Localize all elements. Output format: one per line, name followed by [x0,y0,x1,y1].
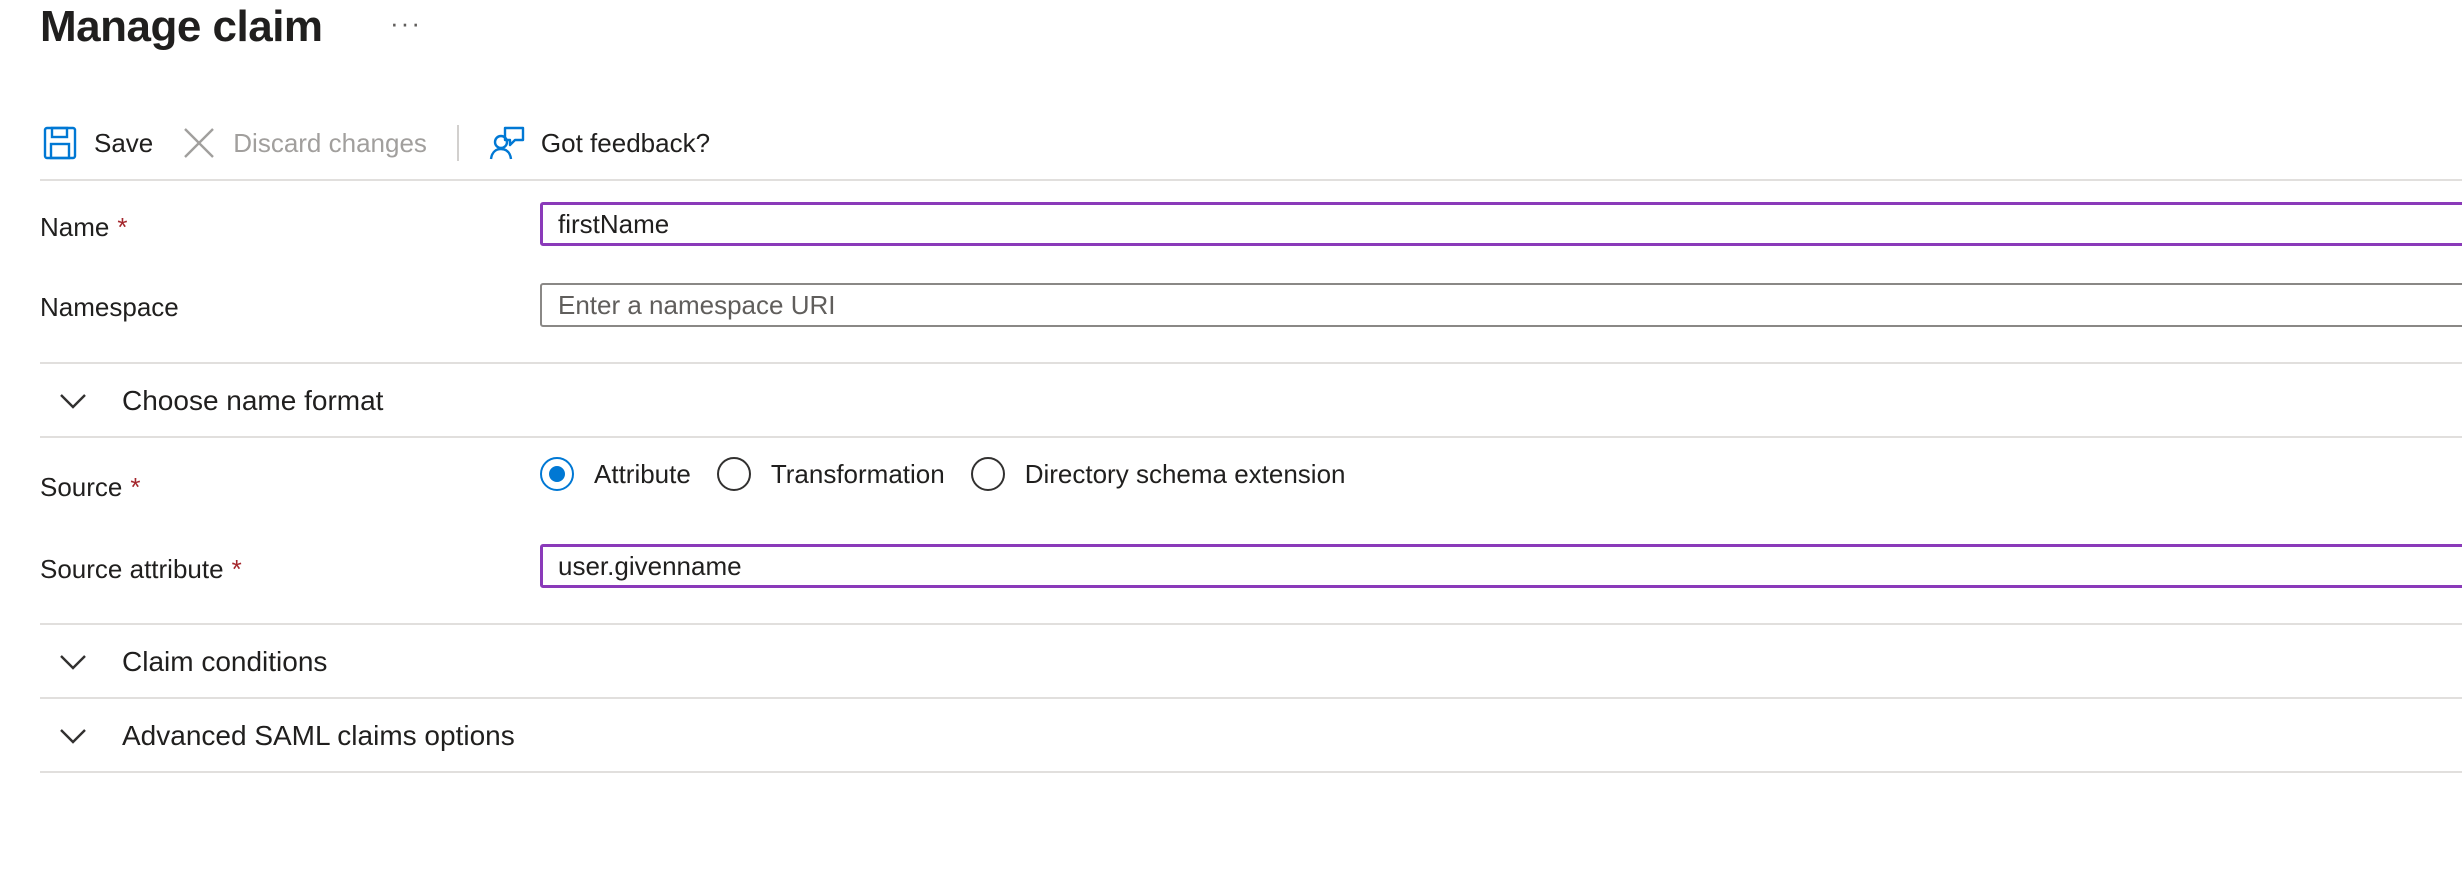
namespace-label-text: Namespace [40,292,179,322]
radio-label: Attribute [594,458,691,489]
radio-label: Transformation [770,458,945,489]
claim-conditions-toggle[interactable]: Claim conditions [40,642,327,682]
source-radio-attribute[interactable]: Attribute [540,457,691,491]
radio-unchecked-icon [716,457,751,491]
choose-name-format-toggle[interactable]: Choose name format [40,381,383,421]
divider [40,179,2462,181]
source-attribute-input[interactable] [540,544,2462,588]
feedback-icon [487,123,527,163]
choose-name-format-label: Choose name format [122,385,384,416]
more-options-button[interactable]: ··· [390,8,422,39]
chevron-down-icon [56,645,90,679]
source-attribute-label: Source attribute * [40,549,242,589]
discard-changes-label: Discard changes [233,127,427,158]
advanced-saml-options-toggle[interactable]: Advanced SAML claims options [40,716,515,756]
save-button[interactable]: Save [40,118,153,168]
name-label: Name * [40,207,127,247]
divider [40,697,2462,699]
got-feedback-button[interactable]: Got feedback? [487,118,710,168]
required-indicator: * [231,554,242,584]
page-title: Manage claim [40,2,323,51]
radio-checked-icon [540,457,574,491]
save-label: Save [94,127,154,158]
save-icon [40,123,80,163]
source-label: Source * [40,467,141,507]
command-bar: Save Discard changes Got feedback? [40,118,710,168]
got-feedback-label: Got feedback? [540,127,711,158]
divider [40,623,2462,625]
source-radio-group: Attribute Transformation Directory schem… [540,457,1372,491]
claim-conditions-label: Claim conditions [122,646,328,677]
discard-changes-button[interactable]: Discard changes [179,118,427,168]
toolbar-divider [456,125,459,161]
namespace-label: Namespace [40,287,179,327]
radio-label: Directory schema extension [1024,458,1346,489]
advanced-saml-options-label: Advanced SAML claims options [122,720,515,751]
chevron-down-icon [56,719,90,753]
required-indicator: * [117,212,128,242]
manage-claim-page: Manage claim ··· Save Discard changes Go… [0,0,2462,896]
name-label-text: Name [40,212,110,242]
divider [40,362,2462,364]
source-radio-directory-schema-extension[interactable]: Directory schema extension [970,457,1346,491]
divider [40,436,2462,438]
source-label-text: Source [40,472,123,502]
source-attribute-label-text: Source attribute [40,554,224,584]
name-input[interactable] [540,202,2462,246]
divider [40,771,2462,773]
source-radio-transformation[interactable]: Transformation [716,457,945,491]
chevron-down-icon [56,384,90,418]
namespace-input[interactable] [540,283,2462,327]
close-icon [179,123,219,163]
radio-unchecked-icon [970,457,1005,491]
required-indicator: * [130,472,141,502]
